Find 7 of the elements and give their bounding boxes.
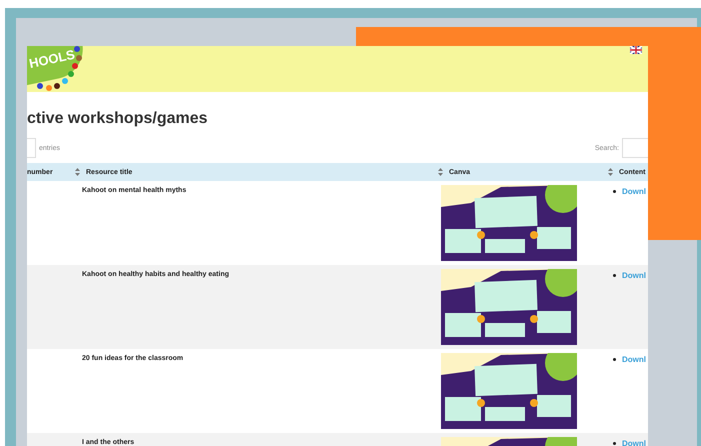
bullet-icon [613,274,616,277]
flag-icon[interactable] [630,46,642,54]
bullet-icon [613,190,616,193]
entries-select[interactable] [27,138,36,158]
bullet-icon [613,442,616,445]
page-title: ctive workshops/games [27,109,209,129]
bullet-icon [613,358,616,361]
